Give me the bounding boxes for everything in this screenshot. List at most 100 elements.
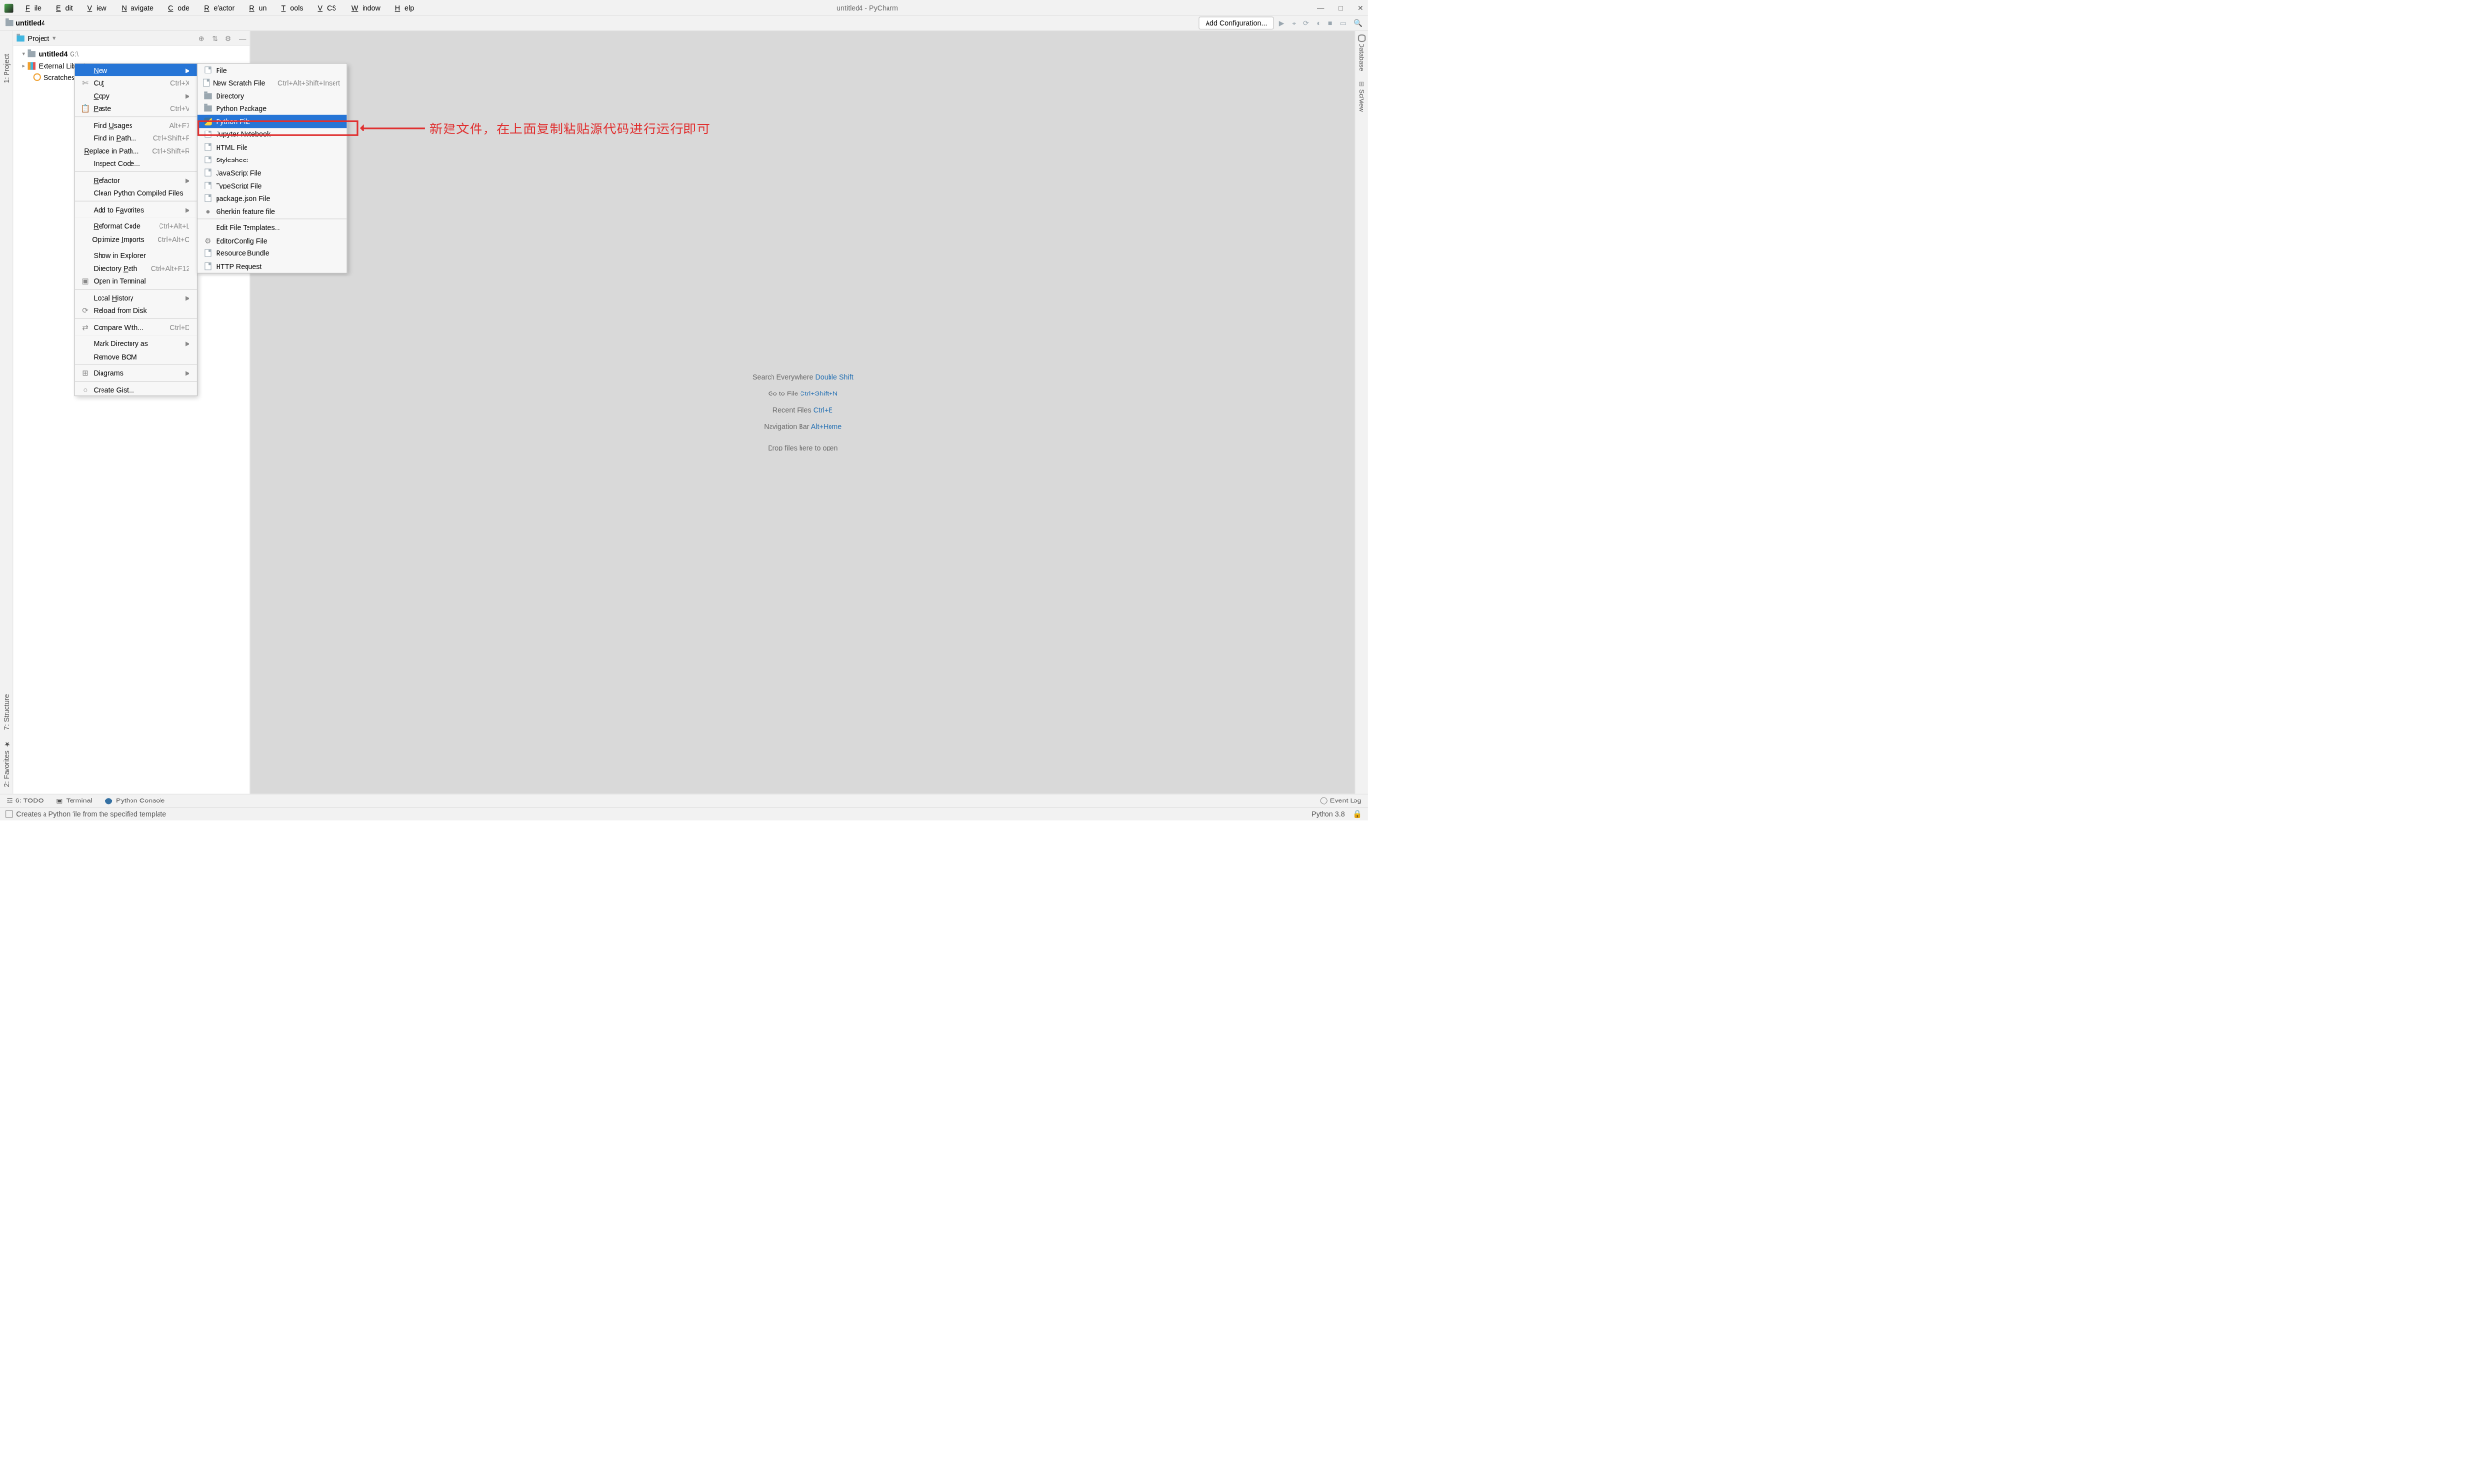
menu-item-typescript-file[interactable]: TypeScript File — [197, 179, 346, 191]
list-icon: ☲ — [7, 797, 13, 805]
menu-item-find-usages[interactable]: Find UsagesAlt+F7 — [75, 119, 197, 131]
editor-area: Search Everywhere Double Shift Go to Fil… — [250, 31, 1354, 794]
menu-item-paste[interactable]: 📋PasteCtrl+V — [75, 102, 197, 115]
menu-item-directory-path[interactable]: Directory PathCtrl+Alt+F12 — [75, 262, 197, 275]
menu-item-new-scratch-file[interactable]: New Scratch FileCtrl+Alt+Shift+Insert — [197, 76, 346, 89]
shortcut-label: Ctrl+Shift+R — [152, 147, 189, 155]
sciview-tool-tab[interactable]: ⊞ SciView — [1358, 80, 1366, 112]
locate-icon[interactable]: ⊕ — [198, 34, 204, 43]
shortcut-label: Ctrl+D — [170, 323, 190, 331]
welcome-label: Go to File — [768, 390, 798, 397]
run-toolbar: ▶ ⌖ ⟳ ◐ ■ ▭ 🔍 — [1279, 19, 1362, 28]
menu-item-resource-bundle[interactable]: Resource Bundle — [197, 247, 346, 259]
project-tool-tab[interactable]: 1: Project — [0, 46, 13, 89]
menu-tools[interactable]: Tools — [273, 3, 306, 14]
dropdown-icon[interactable]: ▼ — [51, 35, 56, 41]
folder-icon — [28, 51, 36, 57]
menu-item-label: TypeScript File — [216, 182, 339, 189]
tree-root[interactable]: ▾ untitled4 G:\ — [13, 48, 249, 60]
expand-icon[interactable]: ⇅ — [212, 34, 218, 43]
menu-refactor[interactable]: Refactor — [195, 3, 239, 14]
project-panel-title[interactable]: Project — [28, 34, 49, 42]
terminal-tool-tab[interactable]: ▣Terminal — [56, 797, 92, 805]
menu-run[interactable]: Run — [241, 3, 271, 14]
menu-item-create-gist[interactable]: ○Create Gist... — [75, 383, 197, 395]
menu-navigate[interactable]: Navigate — [113, 3, 158, 14]
menu-item-copy[interactable]: Copy▶ — [75, 89, 197, 102]
coverage-icon[interactable]: ⟳ — [1303, 19, 1309, 28]
menu-item-local-history[interactable]: Local History▶ — [75, 291, 197, 304]
profile-icon[interactable]: ◐ — [1317, 19, 1321, 27]
menu-item-new[interactable]: New▶ — [75, 64, 197, 76]
menu-file[interactable]: File — [17, 3, 45, 14]
menu-view[interactable]: View — [78, 3, 110, 14]
menu-item-find-in-path[interactable]: Find in Path...Ctrl+Shift+F — [75, 131, 197, 144]
search-icon[interactable]: 🔍 — [1354, 19, 1362, 28]
menu-help[interactable]: Help — [387, 3, 418, 14]
menu-item-label: New Scratch File — [213, 79, 265, 87]
menu-vcs[interactable]: VCS — [309, 3, 340, 14]
settings-icon[interactable]: ⚙ — [225, 34, 231, 43]
menu-item-mark-directory-as[interactable]: Mark Directory as▶ — [75, 337, 197, 350]
separator — [75, 335, 197, 336]
lock-icon[interactable]: 🔒 — [1354, 809, 1363, 818]
menu-item-add-to-favorites[interactable]: Add to Favorites▶ — [75, 203, 197, 216]
menu-item-javascript-file[interactable]: JavaScript File — [197, 166, 346, 179]
menu-item-remove-bom[interactable]: Remove BOM — [75, 350, 197, 363]
menu-item-diagrams[interactable]: ⊞Diagrams▶ — [75, 366, 197, 379]
menu-item-inspect-code[interactable]: Inspect Code... — [75, 157, 197, 169]
menu-item-compare-with[interactable]: ⇄Compare With...Ctrl+D — [75, 321, 197, 334]
menu-edit[interactable]: Edit — [47, 3, 76, 14]
debug-icon[interactable]: ⌖ — [1292, 19, 1296, 28]
window-controls: — □ ✕ — [1317, 4, 1364, 13]
menu-item-file[interactable]: File — [197, 64, 346, 76]
menu-item-python-package[interactable]: Python Package — [197, 102, 346, 115]
menu-item-http-request[interactable]: HTTP Request — [197, 260, 346, 273]
stop-icon[interactable]: ■ — [1328, 19, 1332, 27]
breadcrumb-project[interactable]: untitled4 — [16, 19, 45, 27]
menu-item-reload-from-disk[interactable]: ⟳Reload from Disk — [75, 304, 197, 316]
menu-item-label: Mark Directory as — [94, 339, 173, 347]
menu-item-package-json-file[interactable]: package.json File — [197, 191, 346, 204]
menu-item-label: Optimize Imports — [92, 235, 144, 243]
layout-icon[interactable]: ▭ — [1340, 19, 1347, 28]
maximize-icon[interactable]: □ — [1339, 4, 1343, 13]
menu-item-replace-in-path[interactable]: Replace in Path...Ctrl+Shift+R — [75, 144, 197, 157]
structure-tool-tab[interactable]: 7: Structure — [0, 688, 13, 735]
menu-item-optimize-imports[interactable]: Optimize ImportsCtrl+Alt+O — [75, 232, 197, 245]
pycharm-logo-icon — [4, 4, 13, 13]
menu-item-cut[interactable]: ✄CutCtrl+X — [75, 76, 197, 89]
python-console-tool-tab[interactable]: ⬤Python Console — [105, 797, 165, 805]
event-log-button[interactable]: Event Log — [1320, 797, 1361, 804]
menu-item-html-file[interactable]: HTML File — [197, 140, 346, 153]
file-icon — [203, 67, 213, 74]
menu-item-gherkin-feature-file[interactable]: ●Gherkin feature file — [197, 205, 346, 218]
status-indicator-icon[interactable] — [6, 810, 13, 817]
menu-item-reformat-code[interactable]: Reformat CodeCtrl+Alt+L — [75, 219, 197, 232]
star-icon: ★ — [2, 741, 10, 748]
menu-code[interactable]: Code — [160, 3, 193, 14]
menu-item-editorconfig-file[interactable]: ⚙EditorConfig File — [197, 234, 346, 247]
⚙-icon: ⚙ — [203, 236, 213, 245]
todo-tool-tab[interactable]: ☲6: TODO — [7, 797, 44, 805]
menu-item-edit-file-templates[interactable]: Edit File Templates... — [197, 221, 346, 234]
menu-window[interactable]: Window — [343, 3, 385, 14]
close-icon[interactable]: ✕ — [1357, 4, 1363, 13]
menu-item-label: Refactor — [94, 176, 173, 184]
database-tool-tab[interactable]: Database — [1358, 34, 1366, 71]
add-configuration-button[interactable]: Add Configuration... — [1199, 17, 1274, 30]
menu-item-show-in-explorer[interactable]: Show in Explorer — [75, 249, 197, 262]
minimize-icon[interactable]: — — [1317, 4, 1324, 13]
menu-item-clean-python-compiled-files[interactable]: Clean Python Compiled Files — [75, 187, 197, 199]
menu-item-open-in-terminal[interactable]: ▣Open in Terminal — [75, 275, 197, 287]
run-icon[interactable]: ▶ — [1279, 19, 1285, 28]
separator — [75, 171, 197, 172]
hide-icon[interactable]: — — [239, 34, 246, 43]
favorites-tool-tab[interactable]: 2: Favorites★ — [0, 736, 13, 793]
menu-item-stylesheet[interactable]: Stylesheet — [197, 154, 346, 166]
submenu-arrow-icon: ▶ — [186, 67, 190, 73]
interpreter-label[interactable]: Python 3.8 — [1312, 810, 1345, 818]
menu-item-refactor[interactable]: Refactor▶ — [75, 174, 197, 187]
menu-item-label: HTTP Request — [216, 262, 339, 270]
menu-item-directory[interactable]: Directory — [197, 89, 346, 102]
